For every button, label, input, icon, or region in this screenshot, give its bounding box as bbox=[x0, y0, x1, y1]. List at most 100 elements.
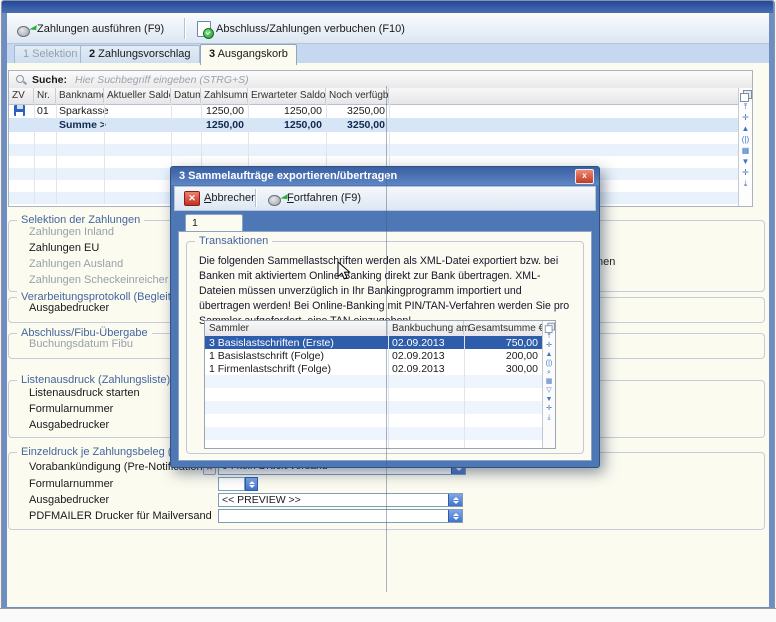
book-payments-button[interactable]: Abschluss/Zahlungen verbuchen (F10) bbox=[191, 18, 411, 39]
item-ausgabedrucker: Ausgabedrucker bbox=[29, 419, 109, 431]
next-record-icon[interactable]: ▼ bbox=[742, 157, 750, 166]
search-bar[interactable]: Suche: Hier Suchbegriff eingeben (STRG+S… bbox=[9, 71, 752, 89]
cell-bankbuchung: 02.09.2013 bbox=[392, 363, 445, 375]
row-nr: 01 bbox=[37, 105, 49, 117]
ausgabedrucker-select[interactable]: << PREVIEW >> bbox=[218, 493, 463, 507]
group-title: Selektion der Zahlungen bbox=[17, 214, 144, 226]
last-record-icon[interactable]: ⤓ bbox=[547, 414, 550, 422]
grid-view-icon[interactable]: ▦ bbox=[546, 378, 553, 386]
col-aktueller-saldo[interactable]: Aktueller Saldo € bbox=[104, 88, 171, 103]
table-row[interactable]: 1 Firmenlastschrift (Folge) 02.09.2013 3… bbox=[205, 362, 542, 375]
tab-ausgangskorb[interactable]: 3 Ausgangskorb bbox=[200, 44, 297, 65]
cell-sammler: 1 Firmenlastschrift (Folge) bbox=[209, 363, 331, 375]
tab-selektion[interactable]: 1 Selektion bbox=[14, 45, 86, 63]
cancel-button[interactable]: ✕ Abbrechen bbox=[179, 189, 262, 207]
search-record-icon[interactable]: ⌕ bbox=[547, 369, 551, 377]
dialog-tab-standard[interactable]: 1 Standard bbox=[185, 214, 243, 231]
empty-row bbox=[205, 414, 542, 427]
item-ausgabedrucker: Ausgabedrucker bbox=[29, 494, 109, 506]
filter-icon[interactable]: ▽ bbox=[546, 387, 551, 395]
empty-row bbox=[205, 375, 542, 388]
ausgabedrucker-value: << PREVIEW >> bbox=[222, 494, 301, 506]
dialog-title: 3 Sammelaufträge exportieren/übertragen bbox=[171, 167, 599, 185]
summary-zahlsumme: 1250,00 bbox=[201, 119, 244, 131]
col-datum[interactable]: Datum bbox=[171, 88, 201, 103]
formularnummer-input[interactable] bbox=[218, 477, 245, 491]
search-placeholder: Hier Suchbegriff eingeben (STRG+S) bbox=[75, 74, 249, 86]
toolbar-separator bbox=[184, 18, 185, 39]
cancel-icon: ✕ bbox=[184, 191, 200, 206]
page-down-icon[interactable]: ✛ bbox=[546, 405, 552, 413]
first-record-icon[interactable]: ⤒ bbox=[547, 333, 550, 341]
search-label: Suche: bbox=[32, 74, 67, 86]
spin-button[interactable] bbox=[448, 494, 462, 506]
cell-gesamtsumme: 300,00 bbox=[506, 363, 538, 375]
execute-payments-label: Zahlungen ausführen (F9) bbox=[37, 23, 164, 35]
group-title: Transaktionen bbox=[195, 235, 272, 247]
tab-zahlungsvorschlag[interactable]: 2 Zahlungsvorschlag bbox=[80, 45, 200, 63]
spin-button[interactable] bbox=[448, 510, 462, 522]
row-bankname: Sparkasse bbox=[59, 105, 109, 117]
col-bankname[interactable]: Bankname bbox=[56, 88, 104, 103]
copy-pages-icon[interactable] bbox=[740, 90, 751, 100]
col-gesamtsumme[interactable]: Gesamtsumme € bbox=[464, 321, 542, 335]
prev-record-icon[interactable]: ▲ bbox=[742, 124, 750, 133]
mouse-cursor-icon bbox=[337, 261, 351, 281]
execute-payments-button[interactable]: Zahlungen ausführen (F9) bbox=[11, 18, 170, 39]
page-up-icon[interactable]: ✛ bbox=[546, 342, 552, 350]
item-zahlungen-ausland: Zahlungen Ausland bbox=[29, 258, 123, 270]
item-ausgabedrucker: Ausgabedrucker bbox=[29, 302, 109, 314]
record-count-icon: (|) bbox=[742, 135, 749, 144]
pdfmailer-select[interactable] bbox=[218, 509, 463, 523]
empty-row bbox=[205, 401, 542, 414]
table-row[interactable]: 1 Basislastschrift (Folge) 02.09.2013 20… bbox=[205, 349, 542, 362]
toolbar-separator bbox=[255, 189, 256, 207]
first-record-icon[interactable]: ⤒ bbox=[744, 102, 748, 111]
cell-sammler: 1 Basislastschrift (Folge) bbox=[209, 350, 324, 362]
page-up-icon[interactable]: ✛ bbox=[742, 113, 749, 122]
col-bankbuchung-am[interactable]: Bankbuchung am bbox=[388, 321, 464, 335]
group-title: Listenausdruck (Zahlungsliste) bbox=[17, 374, 174, 386]
copy-pages-icon[interactable] bbox=[544, 323, 553, 332]
close-icon[interactable]: x bbox=[575, 169, 594, 184]
coins-icon bbox=[268, 191, 283, 205]
col-filler bbox=[389, 88, 736, 103]
prev-record-icon[interactable]: ▲ bbox=[546, 351, 553, 359]
last-record-icon[interactable]: ⤓ bbox=[744, 179, 748, 188]
col-sammler[interactable]: Sammler bbox=[205, 321, 388, 335]
summary-label: Summe > bbox=[59, 119, 106, 131]
item-zahlungen-inland: Zahlungen Inland bbox=[29, 226, 114, 238]
col-erwarteter-saldo[interactable]: Erwarteter Saldo € bbox=[248, 88, 326, 103]
cell-bankbuchung: 02.09.2013 bbox=[392, 337, 445, 349]
empty-row bbox=[205, 427, 542, 440]
record-navigation-strip: ⤒ ✛ ▲ (|) ▦ ▼ ✛ ⤓ bbox=[738, 88, 752, 206]
col-zahlsumme[interactable]: Zahlsumme € bbox=[201, 88, 248, 103]
row-noch-verfuegbar: 3250,00 bbox=[326, 105, 385, 117]
next-record-icon[interactable]: ▼ bbox=[546, 396, 553, 404]
row-zahlsumme: 1250,00 bbox=[201, 105, 244, 117]
vertical-splitter-line bbox=[386, 86, 387, 592]
record-navigation-strip: ⤒ ✛ ▲ (|) ⌕ ▦ ▽ ▼ ✛ ⤓ bbox=[542, 321, 555, 448]
grid-line bbox=[104, 104, 105, 204]
col-noch-verfuegbar[interactable]: Noch verfügbar € bbox=[326, 88, 389, 103]
dialog-panel: Transaktionen Die folgenden Sammellastsc… bbox=[178, 231, 592, 461]
empty-row bbox=[9, 144, 738, 156]
bank-table-header: ZV Nr. Bankname Aktueller Saldo € Datum … bbox=[9, 88, 738, 105]
search-icon bbox=[15, 74, 26, 85]
cell-gesamtsumme: 200,00 bbox=[506, 350, 538, 362]
sammler-table-header: Sammler Bankbuchung am Gesamtsumme € bbox=[205, 321, 542, 337]
continue-button[interactable]: Fortfahren (F9) bbox=[263, 189, 366, 207]
grid-line bbox=[56, 104, 57, 204]
formularnummer-spin-button[interactable] bbox=[245, 477, 258, 491]
table-row-selected[interactable]: 3 Basislastschriften (Erste) 02.09.2013 … bbox=[205, 336, 542, 349]
col-zv[interactable]: ZV bbox=[9, 88, 34, 103]
summary-row[interactable]: Summe > 1250,00 1250,00 3250,00 bbox=[9, 118, 738, 132]
table-row[interactable]: 01 Sparkasse 1250,00 1250,00 3250,00 bbox=[9, 104, 738, 118]
col-nr[interactable]: Nr. bbox=[34, 88, 56, 103]
page-down-icon[interactable]: ✛ bbox=[742, 168, 749, 177]
record-count-icon: (|) bbox=[546, 360, 552, 368]
item-buchungsdatum-fibu: Buchungsdatum Fibu bbox=[29, 338, 133, 350]
grid-view-icon[interactable]: ▦ bbox=[742, 146, 750, 155]
summary-erwarteter-saldo: 1250,00 bbox=[248, 119, 322, 131]
item-zahlungen-scheckeinreicher: Zahlungen Scheckeinreicher bbox=[29, 274, 168, 286]
